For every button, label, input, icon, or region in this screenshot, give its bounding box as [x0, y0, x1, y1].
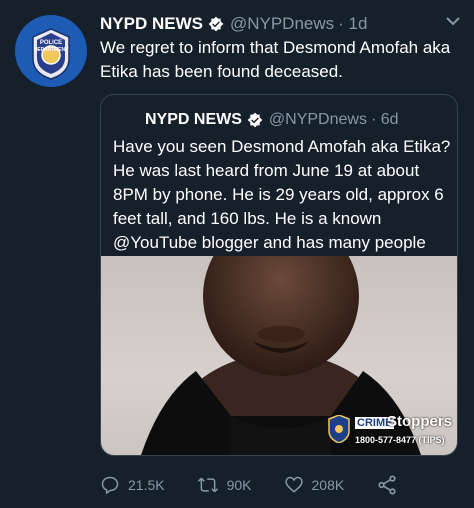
reply-button[interactable]: 21.5K: [100, 475, 165, 495]
avatar[interactable]: POLICE DEPARTMENT: [15, 15, 87, 87]
police-badge-icon: [328, 415, 350, 443]
reply-icon: [101, 476, 119, 495]
missing-person-photo[interactable]: CRIME Stoppers 1800-577-8477 (TIPS): [101, 256, 457, 455]
tips-phone: 1800-577-8477 (TIPS): [355, 435, 445, 445]
like-count: 208K: [311, 477, 345, 493]
share-button[interactable]: [376, 474, 406, 496]
avatar-text-bottom: DEPARTMENT: [34, 47, 68, 53]
avatar-text-top: POLICE: [40, 40, 62, 46]
stoppers-label: Stoppers: [387, 413, 453, 430]
tweet-time[interactable]: · 1d: [338, 14, 367, 34]
author-handle[interactable]: @NYPDnews: [230, 14, 334, 34]
quoted-time: · 6d: [370, 111, 399, 128]
crime-stoppers-badge: CRIME Stoppers 1800-577-8477 (TIPS): [327, 409, 453, 449]
quoted-author-name: NYPD NEWS: [145, 111, 242, 128]
retweet-count: 90K: [226, 477, 252, 493]
quoted-tweet[interactable]: NYPD NEWS @NYPDnews · 6d Have you seen D…: [100, 94, 458, 456]
chevron-down-icon[interactable]: [444, 14, 462, 28]
tweet-actions: 21.5K 90K 208K: [100, 472, 450, 498]
verified-badge-icon: [247, 112, 263, 128]
reply-count: 21.5K: [128, 477, 165, 493]
heart-icon: [284, 476, 303, 493]
nypd-logo-icon: POLICE DEPARTMENT: [15, 15, 87, 87]
quoted-author-handle: @NYPDnews: [268, 111, 367, 128]
like-button[interactable]: 208K: [284, 475, 345, 495]
author-name[interactable]: NYPD NEWS: [100, 14, 203, 34]
tweet-header: NYPD NEWS @NYPDnews · 1d: [100, 12, 464, 36]
retweet-icon: [197, 477, 218, 493]
retweet-button[interactable]: 90K: [197, 475, 252, 495]
quoted-header: NYPD NEWS @NYPDnews · 6d: [145, 109, 399, 131]
tweet-text: We regret to inform that Desmond Amofah …: [100, 38, 451, 81]
share-icon: [378, 475, 396, 495]
verified-badge-icon: [208, 16, 224, 32]
